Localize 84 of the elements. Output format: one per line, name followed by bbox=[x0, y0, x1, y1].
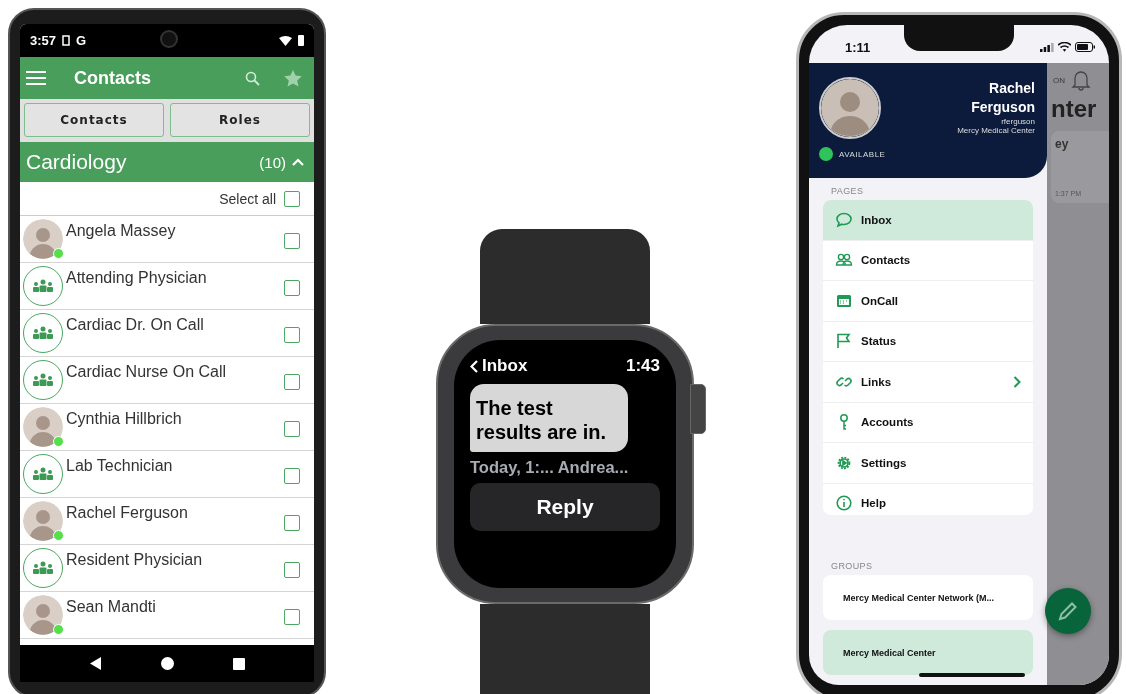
section-heading: PAGES bbox=[830, 185, 865, 198]
menu-icon[interactable] bbox=[26, 70, 46, 86]
flag-icon bbox=[835, 332, 853, 351]
avatar-placeholder bbox=[23, 219, 63, 259]
contact-checkbox[interactable] bbox=[284, 374, 300, 390]
sim-icon bbox=[62, 35, 71, 46]
back-link[interactable]: Inbox bbox=[470, 356, 528, 376]
wifi-icon bbox=[1058, 42, 1071, 52]
pencil-icon bbox=[1057, 600, 1079, 622]
contact-name[interactable]: Attending Physician bbox=[66, 266, 281, 287]
status-time: 1:11 bbox=[845, 39, 872, 55]
group-item[interactable]: Mercy Medical Center bbox=[823, 630, 1033, 675]
menu-item[interactable]: Inbox bbox=[823, 200, 1033, 241]
tab-button[interactable]: Contacts bbox=[24, 103, 164, 137]
group-avatar-icon bbox=[23, 548, 63, 588]
contact-name[interactable]: Cynthia Hillbrich bbox=[66, 407, 281, 428]
profile-username: rferguson bbox=[1001, 116, 1035, 126]
menu-item[interactable]: Settings bbox=[823, 443, 1033, 484]
signal-icon bbox=[1040, 42, 1054, 52]
message-meta: Today, 1:... Andrea... bbox=[470, 458, 630, 477]
menu-item[interactable]: Status bbox=[823, 321, 1033, 362]
menu-item[interactable]: Links bbox=[823, 362, 1033, 403]
wifi-icon bbox=[279, 35, 292, 46]
watch-time: 1:43 bbox=[625, 356, 660, 376]
menu-item[interactable]: Help bbox=[823, 483, 1033, 515]
profile-organization: Mercy Medical Center bbox=[957, 125, 1035, 135]
contact-name[interactable]: Cardiac Dr. On Call bbox=[66, 313, 281, 334]
group-item[interactable]: Mercy Medical Center Network (M... bbox=[823, 575, 1033, 620]
tab-button[interactable]: Roles bbox=[170, 103, 310, 137]
contact-checkbox[interactable] bbox=[284, 515, 300, 531]
recents-icon[interactable] bbox=[232, 657, 245, 670]
section-count: (10) bbox=[259, 153, 286, 171]
select-all-label: Select all bbox=[219, 190, 276, 207]
background-card-name: ey bbox=[1055, 137, 1070, 151]
avatar-placeholder bbox=[819, 77, 881, 139]
battery-icon bbox=[298, 35, 304, 46]
contact-name[interactable]: Sean Mandti bbox=[66, 595, 281, 616]
battery-icon bbox=[1075, 42, 1095, 52]
section-title: Cardiology bbox=[26, 150, 128, 174]
contact-name[interactable]: Lab Technician bbox=[66, 454, 281, 475]
contact-checkbox[interactable] bbox=[284, 233, 300, 249]
contact-name[interactable]: Angela Massey bbox=[66, 219, 281, 240]
background-label: ON bbox=[1053, 75, 1065, 85]
carrier-label: G bbox=[76, 33, 87, 48]
availability-status: AVAILABLE bbox=[839, 149, 886, 159]
avatar-placeholder bbox=[23, 407, 63, 447]
group-avatar-icon bbox=[23, 313, 63, 353]
contact-name[interactable]: Resident Physician bbox=[66, 548, 281, 569]
back-icon[interactable] bbox=[89, 657, 102, 670]
camera-icon bbox=[160, 30, 178, 48]
menu-item[interactable]: Accounts bbox=[823, 402, 1033, 443]
contact-name[interactable]: Cardiac Nurse On Call bbox=[66, 360, 281, 381]
star-icon[interactable] bbox=[284, 69, 302, 87]
group-avatar-icon bbox=[23, 360, 63, 400]
bell-icon bbox=[1071, 69, 1091, 91]
contact-checkbox[interactable] bbox=[284, 280, 300, 296]
info-icon bbox=[835, 494, 853, 513]
section-heading: GROUPS bbox=[830, 560, 874, 573]
chat-icon bbox=[835, 210, 853, 229]
background-title: nter bbox=[1051, 95, 1098, 123]
app-title: Contacts bbox=[74, 67, 152, 89]
contact-checkbox[interactable] bbox=[284, 609, 300, 625]
contact-checkbox[interactable] bbox=[284, 327, 300, 343]
avatar-placeholder bbox=[23, 595, 63, 635]
menu-item[interactable]: OnCall bbox=[823, 281, 1033, 322]
contact-checkbox[interactable] bbox=[284, 562, 300, 578]
search-icon[interactable] bbox=[245, 70, 260, 86]
contact-checkbox[interactable] bbox=[284, 468, 300, 484]
profile-name: Rachel Ferguson bbox=[970, 79, 1035, 117]
reply-button[interactable]: Reply bbox=[470, 483, 660, 531]
group-avatar-icon bbox=[23, 266, 63, 306]
message-bubble: The test results are in. bbox=[470, 384, 628, 452]
chevron-icon[interactable] bbox=[292, 158, 304, 166]
group-avatar-icon bbox=[23, 454, 63, 494]
menu-item[interactable]: Contacts bbox=[823, 240, 1033, 281]
contact-name[interactable]: Rachel Ferguson bbox=[66, 501, 281, 522]
select-all-checkbox[interactable] bbox=[284, 190, 300, 207]
status-time: 3:57 bbox=[30, 33, 57, 48]
home-icon[interactable] bbox=[160, 657, 174, 670]
contact-checkbox[interactable] bbox=[284, 421, 300, 437]
avatar-placeholder bbox=[23, 501, 63, 541]
available-status-dot bbox=[819, 147, 833, 161]
chevron-icon bbox=[470, 359, 478, 373]
watch-crown[interactable] bbox=[690, 384, 706, 434]
